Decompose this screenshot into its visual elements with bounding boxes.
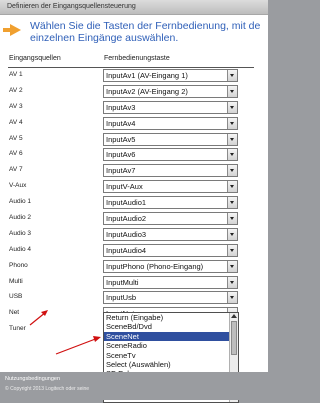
arrow-right-icon (3, 24, 21, 36)
input-source-label: Audio 2 (9, 214, 32, 222)
dropdown-option[interactable]: SceneRadio (104, 341, 238, 350)
remote-key-value: InputAv5 (106, 134, 136, 144)
dropdown-option[interactable]: Select (Auswählen) (104, 360, 238, 369)
chevron-down-icon[interactable] (227, 197, 237, 209)
input-row: V-Aux InputV-Aux (0, 179, 268, 195)
chevron-down-icon[interactable] (227, 228, 237, 240)
input-source-label: AV 4 (9, 118, 23, 126)
dropdown-option[interactable]: SceneNet (104, 331, 238, 342)
chevron-down-icon[interactable] (227, 133, 237, 145)
input-source-label: Multi (9, 277, 23, 285)
input-source-label: Tuner (9, 325, 26, 333)
remote-key-value: InputPhono (Phono-Eingang) (106, 261, 204, 271)
remote-key-select[interactable]: InputAudio2 (103, 212, 238, 226)
input-row: Audio 3 InputAudio3 (0, 227, 268, 243)
chevron-down-icon[interactable] (227, 244, 237, 256)
remote-key-value: InputAudio2 (106, 214, 147, 224)
footer: Nutzungsbedingungen © Copyright 2013 Log… (0, 372, 273, 400)
remote-key-value: InputAv6 (106, 150, 136, 160)
remote-key-select[interactable]: InputAudio4 (103, 243, 238, 257)
input-row: Phono InputPhono (Phono-Eingang) (0, 259, 268, 275)
input-row: AV 4 InputAv4 (0, 116, 268, 132)
chevron-down-icon[interactable] (227, 165, 237, 177)
input-source-label: V-Aux (9, 182, 27, 190)
remote-key-select[interactable]: InputAudio3 (103, 227, 238, 241)
remote-key-value: InputAv3 (106, 102, 136, 112)
remote-key-value: InputAv2 (AV-Eingang 2) (106, 86, 188, 96)
input-row: AV 6 InputAv6 (0, 147, 268, 163)
copyright-text: © Copyright 2013 Logitech oder seine (5, 386, 90, 392)
chevron-down-icon[interactable] (227, 70, 237, 81)
remote-key-select[interactable]: InputV-Aux (103, 180, 238, 194)
input-source-label: AV 7 (9, 166, 23, 174)
instructions: Wählen Sie die Tasten der Fernbedienung,… (3, 18, 273, 46)
terms-link[interactable]: Nutzungsbedingungen (5, 376, 60, 382)
remote-key-value: InputAudio4 (106, 245, 147, 255)
input-row: USB InputUsb (0, 290, 268, 306)
input-source-label: AV 3 (9, 102, 23, 110)
input-row: Audio 1 InputAudio1 (0, 195, 268, 211)
chevron-down-icon[interactable] (227, 101, 237, 113)
input-row: AV 7 InputAv7 (0, 163, 268, 179)
remote-key-value: InputV-Aux (106, 182, 143, 192)
chevron-down-icon[interactable] (227, 85, 237, 97)
dropdown-option[interactable]: SceneBd/Dvd (104, 322, 238, 331)
panel-header: Definieren der Eingangsquellensteuerung (0, 0, 268, 15)
remote-key-select[interactable]: InputAv5 (103, 132, 238, 146)
remote-key-value: InputAv4 (106, 118, 136, 128)
input-row: Multi InputMulti (0, 275, 268, 291)
input-source-list: AV 1 InputAv1 (AV-Eingang 1) AV 2 InputAv2 … (0, 68, 268, 338)
scroll-up-icon[interactable] (231, 314, 237, 318)
scrollbar-thumb[interactable] (231, 321, 237, 355)
chevron-down-icon[interactable] (227, 260, 237, 272)
remote-key-value: InputMulti (106, 277, 139, 287)
chevron-down-icon[interactable] (227, 149, 237, 161)
input-source-label: Audio 3 (9, 229, 32, 237)
input-source-label: Audio 1 (9, 198, 32, 206)
input-row: AV 5 InputAv5 (0, 132, 268, 148)
input-row: AV 2 InputAv2 (AV-Eingang 2) (0, 84, 268, 100)
remote-key-value: InputAudio1 (106, 198, 147, 208)
remote-key-select[interactable]: InputUsb (103, 291, 238, 305)
input-row: AV 1 InputAv1 (AV-Eingang 1) (0, 68, 268, 84)
column-header-key: Fernbedienungstaste (104, 55, 170, 62)
instructions-line-1: Wählen Sie die Tasten der Fernbedienung,… (30, 20, 261, 32)
remote-key-select[interactable]: InputAv7 (103, 164, 238, 178)
remote-key-select[interactable]: InputMulti (103, 275, 238, 289)
instructions-text: Wählen Sie die Tasten der Fernbedienung,… (30, 20, 280, 44)
chevron-down-icon[interactable] (227, 181, 237, 193)
input-source-label: AV 2 (9, 86, 23, 94)
input-source-label: Audio 4 (9, 245, 32, 253)
column-headers: Eingangsquellen Fernbedienungstaste (0, 55, 268, 67)
remote-key-value: InputAv7 (106, 166, 136, 176)
input-source-label: USB (9, 293, 23, 301)
input-source-label: Net (9, 309, 20, 317)
dropdown-option[interactable]: SceneTv (104, 351, 238, 360)
remote-key-value: InputAudio3 (106, 229, 147, 239)
dropdown-option[interactable]: Return (Eingabe) (104, 313, 238, 322)
remote-key-select[interactable]: InputAv3 (103, 100, 238, 114)
remote-key-select[interactable]: InputAv2 (AV-Eingang 2) (103, 84, 238, 98)
remote-key-select[interactable]: InputAv6 (103, 148, 238, 162)
input-source-label: AV 6 (9, 150, 23, 158)
chevron-down-icon[interactable] (227, 292, 237, 304)
instructions-line-2: einzelnen Eingänge auswählen. (30, 32, 179, 44)
chevron-down-icon[interactable] (227, 117, 237, 129)
input-row: AV 3 InputAv3 (0, 100, 268, 116)
remote-key-select[interactable]: InputAv4 (103, 116, 238, 130)
input-source-label: Phono (9, 261, 28, 269)
remote-key-value: InputUsb (106, 293, 137, 303)
remote-key-select[interactable]: InputAudio1 (103, 196, 238, 210)
input-row: Audio 4 InputAudio4 (0, 243, 268, 259)
remote-key-value: InputAv1 (AV-Eingang 1) (106, 71, 188, 80)
column-header-source: Eingangsquellen (9, 55, 61, 62)
input-source-label: AV 1 (9, 71, 23, 78)
input-source-label: AV 5 (9, 134, 23, 142)
remote-key-select[interactable]: InputPhono (Phono-Eingang) (103, 259, 238, 273)
remote-key-select[interactable]: InputAv1 (AV-Eingang 1) (103, 69, 238, 82)
chevron-down-icon[interactable] (227, 276, 237, 288)
input-row: Audio 2 InputAudio2 (0, 211, 268, 227)
chevron-down-icon[interactable] (227, 213, 237, 225)
